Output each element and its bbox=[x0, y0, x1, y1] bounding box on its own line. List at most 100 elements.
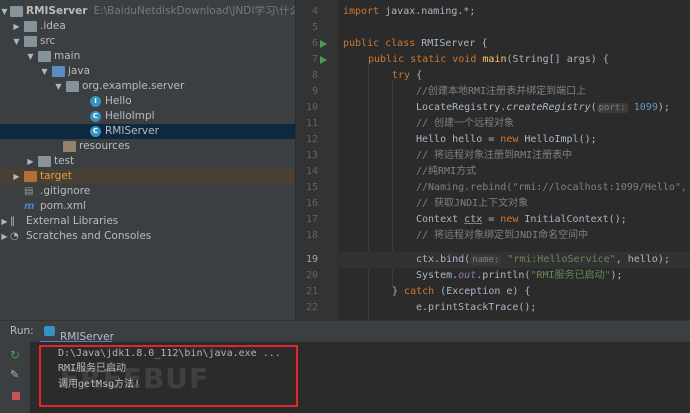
tree-item-label: RMIServer bbox=[105, 125, 159, 137]
line-number: 10 bbox=[305, 102, 318, 113]
chevron-right-icon[interactable]: ▶ bbox=[12, 19, 21, 34]
tree-item-label: target bbox=[40, 170, 72, 182]
tree-item-resources[interactable]: resources bbox=[0, 139, 295, 154]
indent-guide bbox=[368, 64, 369, 320]
class-icon: C bbox=[90, 111, 101, 122]
folder-icon bbox=[38, 156, 51, 167]
tree-root-rmiserver[interactable]: ▼ RMIServer E:\BaiduNetdiskDownload\JNDI学… bbox=[0, 4, 295, 19]
tree-item-idea[interactable]: ▶ .idea bbox=[0, 19, 295, 34]
code-line-14: //纯RMI方式 bbox=[416, 166, 477, 177]
line-number: 22 bbox=[305, 302, 318, 313]
tree-item-scratches[interactable]: ▶ ◔ Scratches and Consoles bbox=[0, 229, 295, 244]
code-line-18: // 将远程对象绑定到JNDI命名空间中 bbox=[416, 230, 589, 241]
folder-icon bbox=[38, 51, 51, 62]
code-line-15: //Naming.rebind("rmi://localhost:1099/He… bbox=[416, 182, 687, 193]
tree-item-pom[interactable]: m pom.xml bbox=[0, 199, 295, 214]
line-number: 15 bbox=[305, 182, 318, 193]
line-number-current: 19 bbox=[305, 254, 318, 265]
maven-icon: m bbox=[24, 201, 35, 212]
line-number: 12 bbox=[305, 134, 318, 145]
tree-item-external-libraries[interactable]: ▶ ‖ External Libraries bbox=[0, 214, 295, 229]
tree-item-gitignore[interactable]: ▤ .gitignore bbox=[0, 184, 295, 199]
line-number: 8 bbox=[311, 70, 318, 81]
line-number: 7 bbox=[311, 54, 318, 65]
tree-item-hello[interactable]: I Hello bbox=[0, 94, 295, 109]
source-folder-icon bbox=[52, 66, 65, 77]
line-number: 13 bbox=[305, 150, 318, 161]
chevron-right-icon[interactable]: ▶ bbox=[26, 154, 35, 169]
line-number: 11 bbox=[305, 118, 318, 129]
class-icon: C bbox=[90, 126, 101, 137]
project-panel: ▼ RMIServer E:\BaiduNetdiskDownload\JNDI学… bbox=[0, 0, 295, 320]
code-line-9: //创建本地RMI注册表并绑定到端口上 bbox=[416, 86, 587, 97]
tree-item-target[interactable]: ▶ target bbox=[0, 169, 295, 184]
line-number: 21 bbox=[305, 286, 318, 297]
excluded-folder-icon bbox=[24, 171, 37, 182]
tree-item-main[interactable]: ▼ main bbox=[0, 49, 295, 64]
tree-item-package[interactable]: ▼ org.example.server bbox=[0, 79, 295, 94]
line-number: 14 bbox=[305, 166, 318, 177]
chevron-right-icon[interactable]: ▶ bbox=[0, 229, 9, 244]
rerun-icon[interactable]: ↻ bbox=[10, 348, 20, 362]
code-line-22: e.printStackTrace(); bbox=[416, 302, 537, 313]
run-tool-window-header: Run: RMIServer bbox=[0, 320, 690, 343]
tree-item-label: main bbox=[54, 50, 81, 62]
chevron-right-icon[interactable]: ▶ bbox=[0, 214, 9, 229]
tree-item-label: src bbox=[40, 35, 56, 47]
tree-item-label: Hello bbox=[105, 95, 132, 107]
interface-icon: I bbox=[90, 96, 101, 107]
file-icon: ▤ bbox=[24, 186, 34, 197]
package-icon bbox=[66, 81, 79, 92]
tree-item-label: .gitignore bbox=[40, 185, 91, 197]
run-gutter-icon[interactable] bbox=[320, 56, 327, 64]
tree-item-label: Scratches and Consoles bbox=[26, 230, 152, 242]
code-line-19: ctx.bind(name: "rmi:HelloService", hello… bbox=[338, 252, 690, 268]
line-number: 9 bbox=[311, 86, 318, 97]
line-number: 5 bbox=[311, 22, 318, 33]
chevron-down-icon[interactable]: ▼ bbox=[0, 4, 9, 19]
folder-icon bbox=[24, 36, 37, 47]
chevron-down-icon[interactable]: ▼ bbox=[54, 79, 63, 94]
code-editor[interactable]: import javax.naming.*; public class RMIS… bbox=[338, 0, 690, 320]
wrench-icon[interactable]: ✎ bbox=[10, 368, 19, 381]
line-number: 16 bbox=[305, 198, 318, 209]
code-line-12: Hello hello = new HelloImpl(); bbox=[416, 134, 597, 145]
libraries-icon: ‖ bbox=[10, 216, 15, 227]
code-line-7: public static void main(String[] args) { bbox=[368, 54, 609, 65]
folder-icon bbox=[24, 21, 37, 32]
chevron-right-icon[interactable]: ▶ bbox=[12, 169, 21, 184]
tree-item-label: pom.xml bbox=[40, 200, 87, 212]
tree-item-java[interactable]: ▼ java bbox=[0, 64, 295, 79]
highlight-box bbox=[39, 345, 298, 407]
code-line-11: // 创建一个远程对象 bbox=[416, 118, 515, 129]
code-line-21: } catch (Exception e) { bbox=[392, 286, 531, 297]
line-number: 20 bbox=[305, 270, 318, 281]
line-number: 6 bbox=[311, 38, 318, 49]
run-tab-underline bbox=[40, 321, 112, 343]
tree-item-test[interactable]: ▶ test bbox=[0, 154, 295, 169]
code-line-17: Context ctx = new InitialContext(); bbox=[416, 214, 627, 225]
chevron-down-icon[interactable]: ▼ bbox=[40, 64, 49, 79]
tree-item-rmiserver[interactable]: C RMIServer bbox=[0, 124, 295, 139]
chevron-down-icon[interactable]: ▼ bbox=[12, 34, 21, 49]
editor-gutter: 4 5 6 7 8 9 10 11 12 13 14 15 16 17 18 1… bbox=[296, 0, 338, 320]
scratches-icon: ◔ bbox=[10, 231, 19, 242]
chevron-down-icon[interactable]: ▼ bbox=[26, 49, 35, 64]
stop-icon[interactable] bbox=[12, 392, 20, 400]
code-line-8: try { bbox=[392, 70, 423, 81]
run-gutter-icon[interactable] bbox=[320, 40, 327, 48]
tree-item-label: HelloImpl bbox=[105, 110, 155, 122]
code-line-13: // 将远程对象注册到RMI注册表中 bbox=[416, 150, 573, 161]
tree-item-src[interactable]: ▼ src bbox=[0, 34, 295, 49]
tree-item-label: External Libraries bbox=[26, 215, 119, 227]
tree-item-label: test bbox=[54, 155, 75, 167]
run-title: Run: bbox=[10, 325, 34, 337]
resources-folder-icon bbox=[63, 141, 76, 152]
line-number: 17 bbox=[305, 214, 318, 225]
code-line-6: public class RMIServer { bbox=[343, 38, 488, 49]
tree-item-helloimpl[interactable]: C HelloImpl bbox=[0, 109, 295, 124]
folder-icon bbox=[10, 6, 23, 17]
code-line-10: LocateRegistry.createRegistry(port: 1099… bbox=[416, 102, 670, 113]
project-path: E:\BaiduNetdiskDownload\JNDI学习\什么是JNDI bbox=[93, 5, 295, 17]
line-number: 18 bbox=[305, 230, 318, 241]
